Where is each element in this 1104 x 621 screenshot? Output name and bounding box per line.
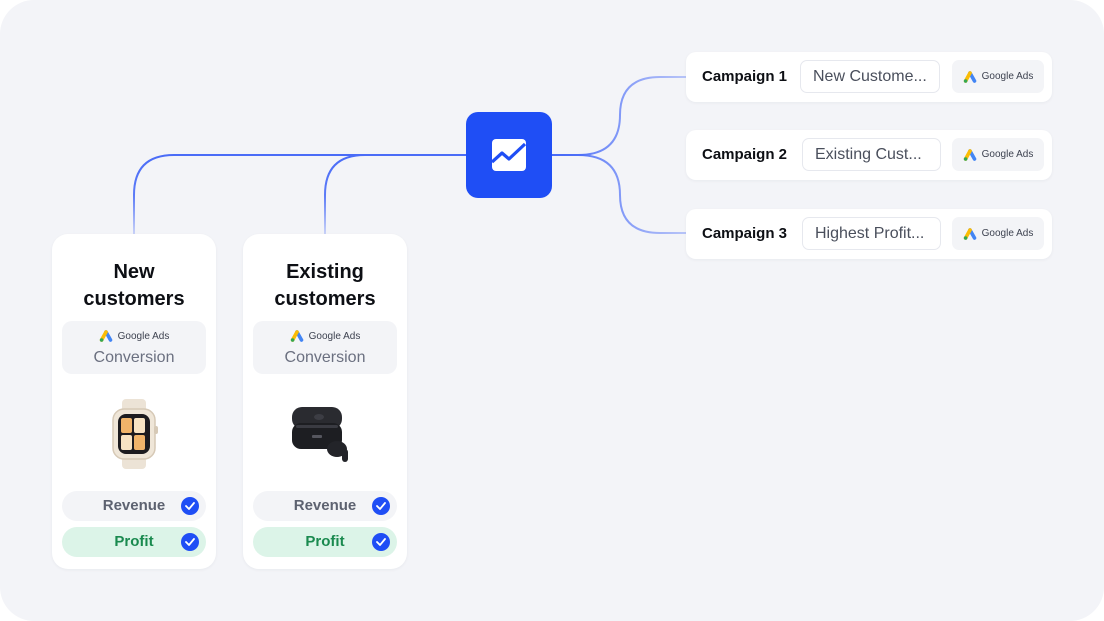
google-ads-icon	[963, 70, 976, 83]
goal-profit[interactable]: Profit	[62, 527, 206, 557]
campaign-row-1[interactable]: Campaign 1 New Custome... Google Ads	[686, 52, 1052, 102]
goal-profit[interactable]: Profit	[253, 527, 397, 557]
goal-revenue[interactable]: Revenue	[62, 491, 206, 521]
connector-segment-2	[324, 154, 466, 234]
campaign-name: Campaign 3	[702, 225, 788, 242]
google-ads-badge: Google Ads	[952, 60, 1044, 93]
campaign-name: Campaign 1	[702, 68, 788, 85]
campaign-target-field[interactable]: Existing Cust...	[802, 138, 941, 171]
check-icon	[181, 497, 199, 515]
google-ads-text: Google Ads	[981, 228, 1034, 239]
google-ads-badge: Google Ads	[952, 138, 1044, 171]
goal-revenue[interactable]: Revenue	[253, 491, 397, 521]
google-ads-badge: Google Ads	[952, 217, 1044, 250]
google-ads-text: Google Ads	[308, 330, 361, 342]
google-ads-label: Google Ads	[62, 330, 206, 342]
google-ads-icon	[963, 227, 976, 240]
conversion-source-box: Google Ads Conversion	[253, 321, 397, 374]
connector-segment-1	[133, 154, 466, 234]
diagram-canvas: New customers Google Ads Conversion Reve…	[0, 0, 1104, 621]
smartwatch-image	[112, 399, 158, 469]
google-ads-text: Google Ads	[117, 330, 170, 342]
segment-title-line2: customers	[83, 288, 185, 310]
campaign-row-2[interactable]: Campaign 2 Existing Cust... Google Ads	[686, 130, 1052, 180]
check-icon	[372, 497, 390, 515]
segment-title-line2: customers	[274, 288, 376, 310]
segment-title-line1: Existing	[286, 261, 364, 283]
campaign-target-value: Existing Cust...	[815, 146, 922, 163]
google-ads-text: Google Ads	[981, 71, 1034, 82]
campaign-row-3[interactable]: Campaign 3 Highest Profit... Google Ads	[686, 209, 1052, 259]
segment-title: Existing customers	[243, 259, 407, 313]
campaign-target-field[interactable]: New Custome...	[800, 60, 940, 93]
campaign-target-value: Highest Profit...	[815, 225, 925, 242]
conversion-label: Conversion	[284, 349, 366, 366]
segment-title-line1: New	[113, 261, 155, 283]
campaign-target-field[interactable]: Highest Profit...	[802, 217, 941, 250]
google-ads-label: Google Ads	[253, 330, 397, 342]
check-icon	[372, 533, 390, 551]
google-ads-icon	[963, 148, 976, 161]
conversion-source-box: Google Ads Conversion	[62, 321, 206, 374]
conversion-label: Conversion	[93, 349, 175, 366]
check-icon	[181, 533, 199, 551]
earbuds-image	[292, 407, 348, 462]
google-ads-icon	[290, 330, 303, 342]
google-ads-icon	[99, 330, 112, 342]
segment-title: New customers	[52, 259, 216, 313]
analytics-hub[interactable]	[466, 112, 552, 198]
trend-chart-icon	[491, 139, 527, 171]
campaign-target-value: New Custome...	[813, 68, 927, 85]
connector-campaign-3	[552, 154, 686, 234]
segment-card-existing-customers[interactable]: Existing customers Google Ads Conversion	[243, 234, 407, 569]
segment-card-new-customers[interactable]: New customers Google Ads Conversion Reve…	[52, 234, 216, 569]
google-ads-text: Google Ads	[981, 149, 1034, 160]
connector-campaign-1	[552, 76, 686, 156]
campaign-name: Campaign 2	[702, 146, 788, 163]
